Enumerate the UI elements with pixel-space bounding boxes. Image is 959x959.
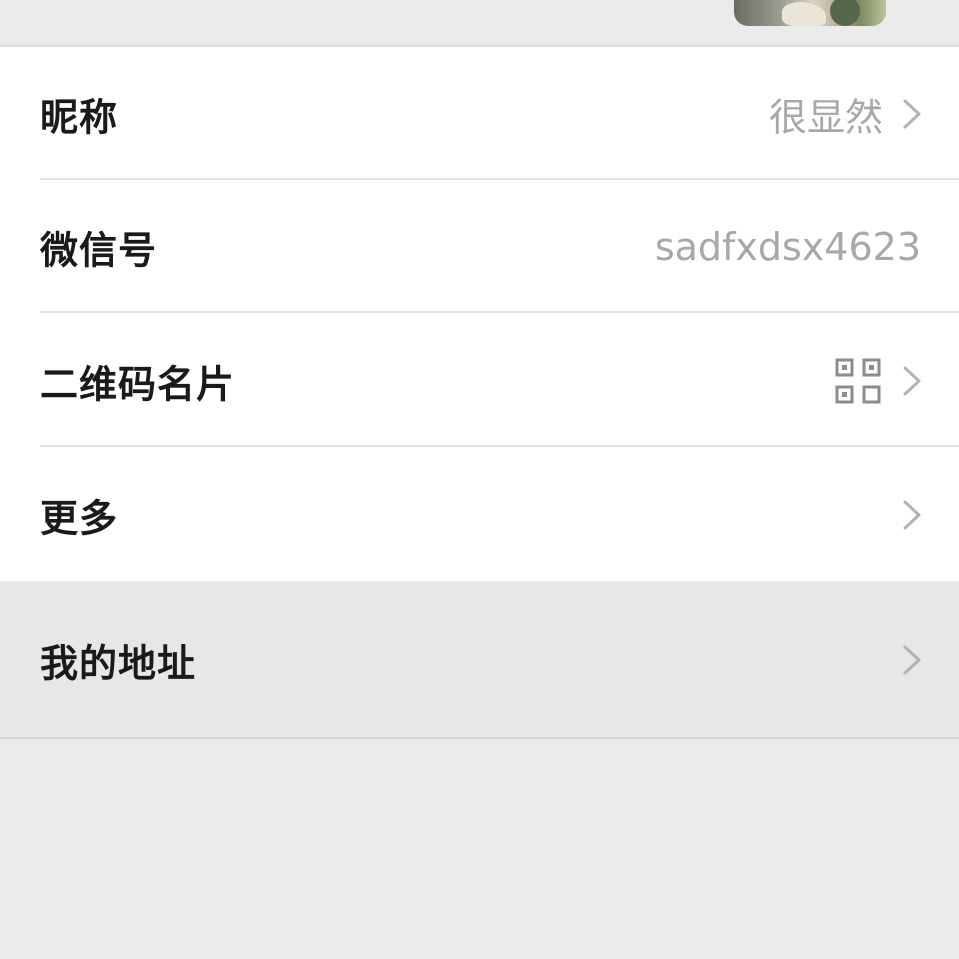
divider — [40, 311, 959, 313]
address-label: 我的地址 — [40, 641, 197, 686]
chevron-right-icon — [903, 366, 921, 395]
profile-settings-screen: 昵称 很显然 微信号 sadfxdsx4623 二维码名片 更多 我的地址 — [0, 0, 959, 959]
wechat-id-row[interactable]: 微信号 sadfxdsx4623 — [0, 180, 959, 313]
more-row[interactable]: 更多 — [0, 448, 959, 581]
avatar-detail — [782, 2, 826, 26]
qr-card-row[interactable]: 二维码名片 — [0, 314, 959, 447]
nickname-label: 昵称 — [40, 95, 119, 139]
nickname-row[interactable]: 昵称 很显然 — [0, 47, 959, 180]
nickname-value: 很显然 — [768, 95, 883, 139]
qr-code-icon — [835, 358, 881, 403]
profile-card: 昵称 很显然 微信号 sadfxdsx4623 二维码名片 更多 — [0, 47, 959, 581]
wechat-id-label: 微信号 — [40, 228, 158, 272]
avatar-row[interactable] — [0, 0, 959, 47]
address-row[interactable]: 我的地址 — [0, 583, 959, 739]
avatar[interactable] — [734, 0, 886, 26]
wechat-id-value: sadfxdsx4623 — [654, 224, 921, 269]
more-label: 更多 — [40, 496, 119, 540]
chevron-right-icon — [903, 645, 921, 675]
chevron-right-icon — [903, 99, 921, 128]
avatar-detail — [830, 0, 860, 26]
divider — [40, 445, 959, 447]
chevron-right-icon — [903, 500, 921, 529]
qr-card-label: 二维码名片 — [40, 362, 236, 406]
empty-area — [0, 739, 959, 959]
